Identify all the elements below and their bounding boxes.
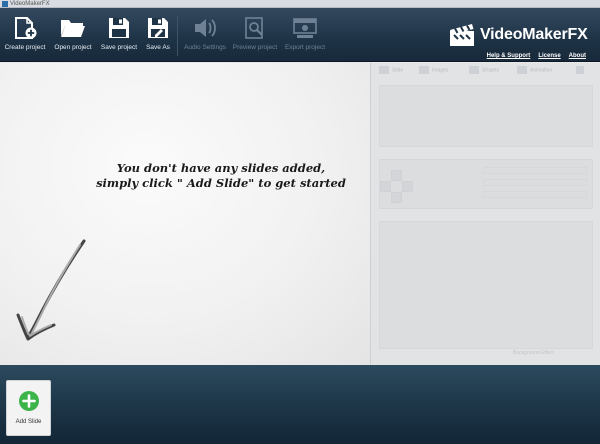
app-icon	[2, 1, 8, 7]
brand-area: VideoMakerFX Help & Support License About	[446, 16, 588, 62]
tab-animation-label: Animation	[530, 67, 553, 74]
save-as-label: Save As	[146, 44, 170, 51]
floppy-disk-icon	[109, 18, 129, 38]
preview-project-button[interactable]: Preview project	[232, 11, 278, 61]
title-bar: VideoMakerFX	[0, 0, 600, 8]
animation-tab-icon	[517, 66, 527, 74]
delete-icon[interactable]	[576, 66, 587, 74]
tab-shapes[interactable]: Shapes	[469, 66, 499, 74]
add-slide-button[interactable]: Add Slide	[6, 380, 51, 436]
export-project-button[interactable]: Export project	[282, 11, 328, 61]
effects-box	[379, 221, 593, 349]
header-links: Help & Support License About	[479, 53, 586, 59]
audio-settings-label: Audio Settings	[184, 44, 226, 51]
empty-slides-message: You don't have any slides added, simply …	[96, 161, 346, 191]
export-film-icon	[293, 18, 317, 38]
open-project-button[interactable]: Open project	[50, 11, 96, 61]
shapes-tab-icon	[469, 66, 479, 74]
tab-slide-label: Slide	[392, 67, 404, 74]
add-slide-label: Add Slide	[15, 419, 42, 425]
move-down-button[interactable]	[391, 192, 402, 203]
brand-logo-text: VideoMakerFX	[480, 26, 588, 43]
create-project-button[interactable]: Create project	[2, 11, 48, 61]
move-left-button[interactable]	[380, 181, 391, 192]
about-link[interactable]: About	[569, 53, 586, 59]
tab-slide[interactable]: Slide	[379, 66, 403, 74]
slide-strip: Add Slide	[0, 365, 600, 444]
images-tab-icon	[419, 66, 429, 74]
open-project-label: Open project	[54, 44, 92, 51]
tab-shapes-label: Shapes	[482, 67, 499, 74]
background-effect-button[interactable]: Background Effect	[513, 350, 554, 356]
audio-settings-button[interactable]: Audio Settings	[182, 11, 228, 61]
window-title: VideoMakerFX	[10, 1, 50, 7]
preview-project-label: Preview project	[232, 44, 278, 51]
clapperboard-logo-icon	[450, 24, 474, 46]
tab-images[interactable]: Images	[419, 66, 448, 74]
floppy-disk-edit-icon	[148, 18, 168, 38]
property-field-3[interactable]	[483, 191, 587, 198]
tab-images-label: Images	[432, 67, 449, 74]
slide-tab-icon	[379, 66, 389, 74]
create-project-label: Create project	[4, 44, 46, 51]
help-support-link[interactable]: Help & Support	[487, 53, 531, 59]
export-project-label: Export project	[284, 44, 326, 51]
folder-open-icon	[61, 20, 85, 37]
property-field-1[interactable]	[483, 167, 587, 174]
add-plus-icon	[18, 391, 39, 411]
new-document-icon	[15, 17, 37, 39]
property-field-2[interactable]	[483, 179, 587, 186]
main-toolbar: Create project Open project Save project	[0, 8, 600, 62]
tab-animation[interactable]: Animation	[517, 66, 552, 74]
hand-drawn-arrow-icon	[16, 239, 86, 341]
empty-message-line-2: simply click " Add Slide" to get started	[96, 176, 346, 190]
move-right-button[interactable]	[402, 181, 413, 192]
toolbar-separator	[177, 16, 178, 56]
license-link[interactable]: License	[538, 53, 560, 59]
speaker-icon	[195, 19, 216, 37]
panel-tabs: Slide Images Shapes Animation	[371, 63, 600, 79]
move-up-button[interactable]	[391, 170, 402, 181]
app-window: VideoMakerFX Create project Open project	[0, 0, 600, 444]
properties-panel: Slide Images Shapes Animation Background…	[370, 63, 600, 365]
save-as-button[interactable]: Save As	[135, 11, 181, 61]
slide-canvas[interactable]: You don't have any slides added, simply …	[0, 63, 370, 365]
empty-message-line-1: You don't have any slides added,	[116, 161, 326, 175]
slide-settings-box	[379, 85, 593, 147]
magnifier-icon	[245, 17, 263, 39]
